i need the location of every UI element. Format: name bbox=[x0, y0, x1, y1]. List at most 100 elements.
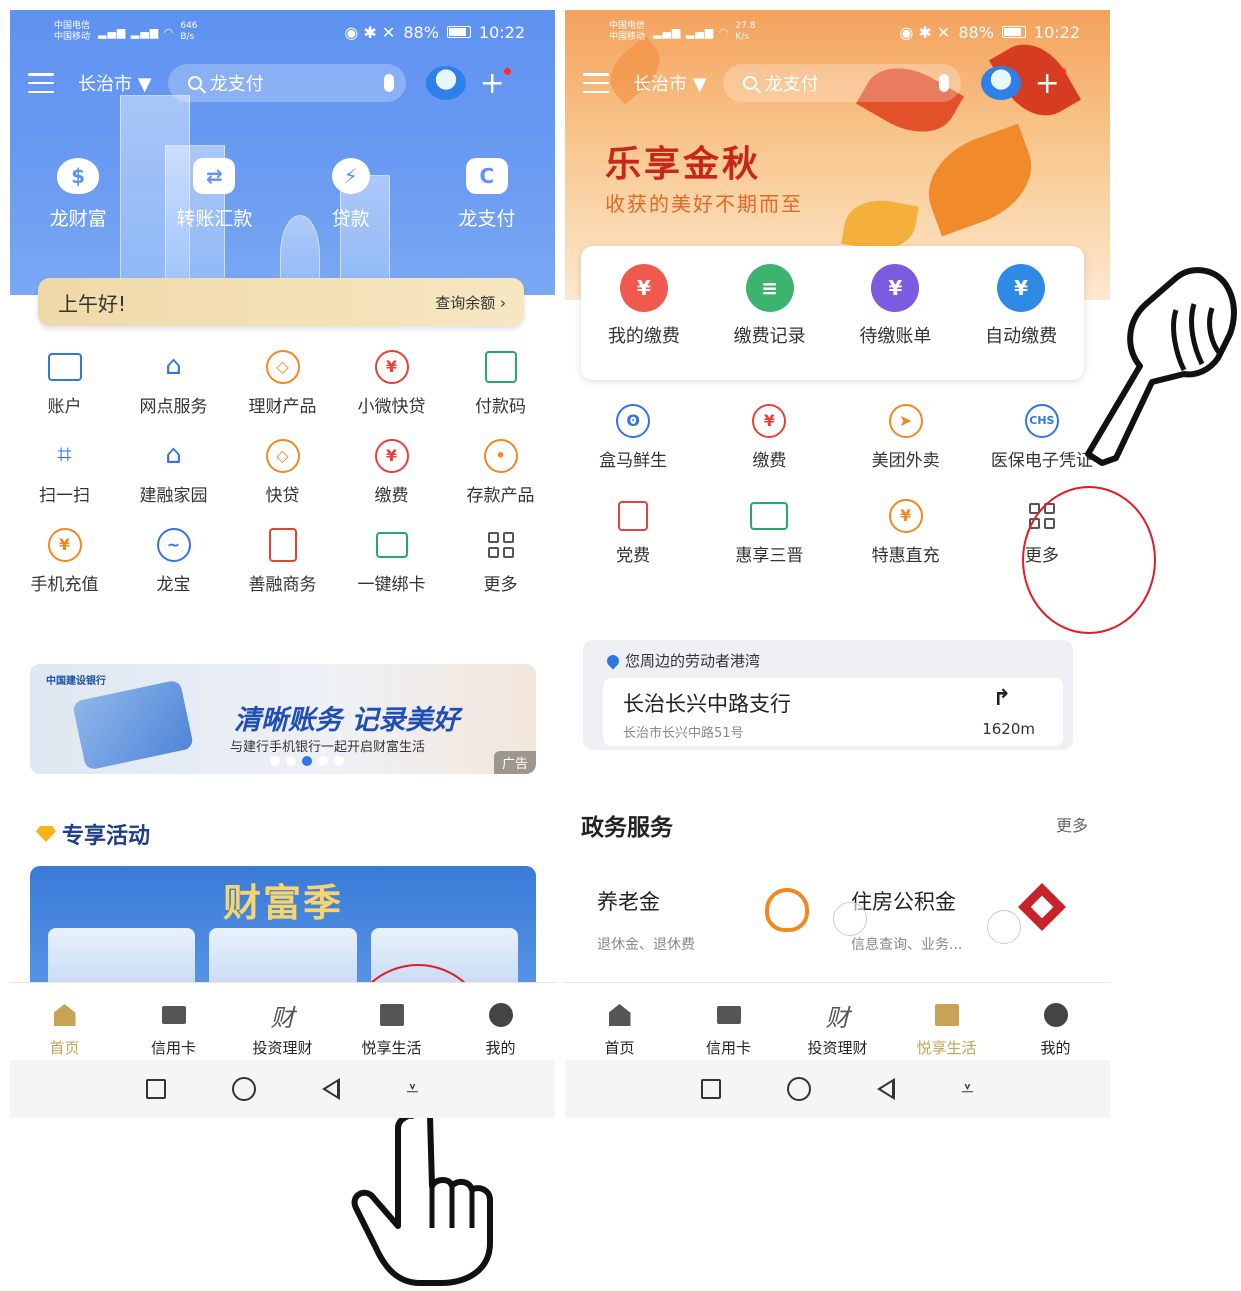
service-party-fee[interactable]: 党费 bbox=[565, 495, 701, 566]
tab-home[interactable]: 首页 bbox=[10, 983, 119, 1060]
payment-label: 我的缴费 bbox=[607, 326, 680, 347]
home-nav-icon[interactable] bbox=[232, 1077, 257, 1101]
topup-icon: ¥ bbox=[838, 495, 974, 535]
tab-me[interactable]: 我的 bbox=[1001, 983, 1110, 1060]
service-hema[interactable]: ʘ 盒马鲜生 bbox=[565, 400, 701, 471]
yen-icon: ¥ bbox=[701, 400, 837, 440]
check-balance-link[interactable]: 查询余额 › bbox=[435, 292, 506, 313]
home-nav-icon[interactable] bbox=[787, 1077, 812, 1101]
search-input[interactable]: 龙支付 bbox=[722, 64, 961, 102]
gov-more-link[interactable]: 更多 bbox=[1056, 812, 1088, 836]
tab-me[interactable]: 我的 bbox=[446, 983, 555, 1060]
back-icon[interactable] bbox=[877, 1078, 896, 1100]
home-icon bbox=[53, 1004, 76, 1026]
ticket-icon bbox=[701, 495, 837, 535]
service-bill-pay[interactable]: ¥ 缴费 bbox=[337, 435, 446, 506]
service-bill-pay[interactable]: ¥ 缴费 bbox=[701, 400, 837, 471]
service-scan[interactable]: ⌗ 扫一扫 bbox=[10, 435, 119, 506]
status-icons: ◉ ✱ ✕ bbox=[344, 22, 396, 42]
tab-invest[interactable]: 财投资理财 bbox=[783, 983, 892, 1060]
tab-credit-card[interactable]: 信用卡 bbox=[119, 983, 228, 1060]
wealth-icon: 财 bbox=[825, 1003, 850, 1032]
ad-headline: 清晰账务 记录美好 bbox=[234, 705, 460, 736]
service-account[interactable]: 账户 bbox=[10, 346, 119, 417]
moneybag-icon: $ bbox=[57, 158, 100, 194]
tab-label: 投资理财 bbox=[252, 1039, 313, 1057]
service-meituan[interactable]: ➤ 美团外卖 bbox=[838, 400, 974, 471]
credit-card-icon bbox=[161, 1006, 186, 1024]
service-home[interactable]: ⌂ 建融家园 bbox=[119, 435, 228, 506]
ad-subline: 与建行手机银行一起开启财富生活 bbox=[230, 740, 426, 755]
service-label: 善融商务 bbox=[248, 575, 317, 595]
payment-records[interactable]: ≡ 缴费记录 bbox=[707, 264, 833, 380]
add-icon[interactable]: + bbox=[1035, 66, 1066, 101]
menu-icon[interactable] bbox=[28, 73, 54, 93]
mascot-avatar[interactable] bbox=[425, 66, 466, 100]
tab-home[interactable]: 首页 bbox=[565, 983, 674, 1060]
ad-tag: 广告 bbox=[493, 751, 536, 774]
service-label: 账户 bbox=[47, 397, 82, 417]
notification-dot bbox=[503, 67, 511, 75]
service-micro-loan[interactable]: ¥ 小微快贷 bbox=[337, 346, 446, 417]
diamond-icon bbox=[36, 826, 56, 842]
microphone-icon[interactable] bbox=[938, 74, 949, 92]
payment-auto[interactable]: ¥ 自动缴费 bbox=[958, 264, 1084, 380]
dropdown-icon[interactable]: ⩡ bbox=[406, 1077, 418, 1102]
tab-invest[interactable]: 财投资理财 bbox=[228, 983, 337, 1060]
gov-service-housing-fund[interactable]: 住房公积金 信息查询、业务... bbox=[851, 886, 962, 954]
service-more[interactable]: 更多 bbox=[446, 524, 555, 595]
gov-service-name: 养老金 bbox=[597, 890, 660, 914]
transfer-icon: ⇄ bbox=[193, 158, 236, 194]
tab-life[interactable]: 悦享生活 bbox=[892, 983, 1001, 1060]
nearby-branch-card: 您周边的劳动者港湾 长治长兴中路支行 长治市长兴中路51号 ↱ 1620m bbox=[583, 640, 1073, 750]
pointing-hand-icon bbox=[1085, 267, 1237, 466]
microphone-icon[interactable] bbox=[383, 74, 394, 92]
city-selector[interactable]: 长治市 ▼ bbox=[633, 70, 707, 96]
branch-address: 长治市长兴中路51号 bbox=[623, 726, 744, 741]
ad-banner[interactable]: 中国建设银行 清晰账务 记录美好 与建行手机银行一起开启财富生活 广告 bbox=[30, 664, 536, 774]
service-huixiang[interactable]: 惠享三晋 bbox=[701, 495, 837, 566]
service-topup[interactable]: ¥ 特惠直充 bbox=[838, 495, 974, 566]
tab-life[interactable]: 悦享生活 bbox=[337, 983, 446, 1060]
shop-icon bbox=[228, 524, 337, 564]
carousel-dots bbox=[270, 756, 344, 766]
dropdown-icon[interactable]: ⩡ bbox=[961, 1077, 973, 1102]
menu-icon[interactable] bbox=[583, 73, 609, 93]
clock: 10:22 bbox=[478, 22, 525, 42]
greeting-bar: 上午好! 查询余额 › bbox=[38, 278, 524, 326]
service-longbao[interactable]: ~ 龙宝 bbox=[119, 524, 228, 595]
payment-label: 自动缴费 bbox=[985, 326, 1058, 347]
search-input[interactable]: 龙支付 bbox=[167, 64, 406, 102]
service-finance[interactable]: ◇ 理财产品 bbox=[228, 346, 337, 417]
search-placeholder: 龙支付 bbox=[764, 74, 819, 95]
notification-dot bbox=[1058, 67, 1066, 75]
service-shanrong[interactable]: 善融商务 bbox=[228, 524, 337, 595]
quick-action-longpay[interactable]: C 龙支付 bbox=[419, 158, 555, 231]
branch-item[interactable]: 长治长兴中路支行 长治市长兴中路51号 ↱ 1620m bbox=[603, 678, 1063, 746]
status-bar: 中国电信 中国移动 ▂▄▆ ▂▄▆ ◠ 27.8 K/s ◉ ✱ ✕ 88% 1… bbox=[565, 10, 1110, 54]
quick-action-transfer[interactable]: ⇄ 转账汇款 bbox=[146, 158, 282, 231]
navigate-icon[interactable]: ↱ bbox=[993, 686, 1011, 711]
city-selector[interactable]: 长治市 ▼ bbox=[78, 70, 152, 96]
tab-credit-card[interactable]: 信用卡 bbox=[674, 983, 783, 1060]
recents-icon[interactable] bbox=[701, 1079, 722, 1099]
search-icon bbox=[742, 76, 757, 90]
mascot-avatar[interactable] bbox=[980, 66, 1021, 100]
payment-my-fees[interactable]: ¥ 我的缴费 bbox=[581, 264, 707, 380]
gov-service-pension[interactable]: 养老金 退休金、退休费 bbox=[597, 886, 695, 954]
service-label: 存款产品 bbox=[466, 486, 535, 506]
quick-action-wealth[interactable]: $ 龙财富 bbox=[10, 158, 146, 231]
service-branch[interactable]: ⌂ 网点服务 bbox=[119, 346, 228, 417]
nearby-header-text: 您周边的劳动者港湾 bbox=[625, 652, 761, 670]
recents-icon[interactable] bbox=[146, 1079, 167, 1099]
add-icon[interactable]: + bbox=[480, 66, 511, 101]
service-label: 缴费 bbox=[752, 451, 787, 471]
service-deposit[interactable]: • 存款产品 bbox=[446, 435, 555, 506]
service-quick-loan[interactable]: ◇ 快贷 bbox=[228, 435, 337, 506]
payment-pending-bills[interactable]: ¥ 待缴账单 bbox=[833, 264, 959, 380]
quick-action-loan[interactable]: ⚡ 贷款 bbox=[283, 158, 419, 231]
service-pay-code[interactable]: 付款码 bbox=[446, 346, 555, 417]
back-icon[interactable] bbox=[322, 1078, 341, 1100]
service-bind-card[interactable]: 一键绑卡 bbox=[337, 524, 446, 595]
service-topup[interactable]: ¥ 手机充值 bbox=[10, 524, 119, 595]
